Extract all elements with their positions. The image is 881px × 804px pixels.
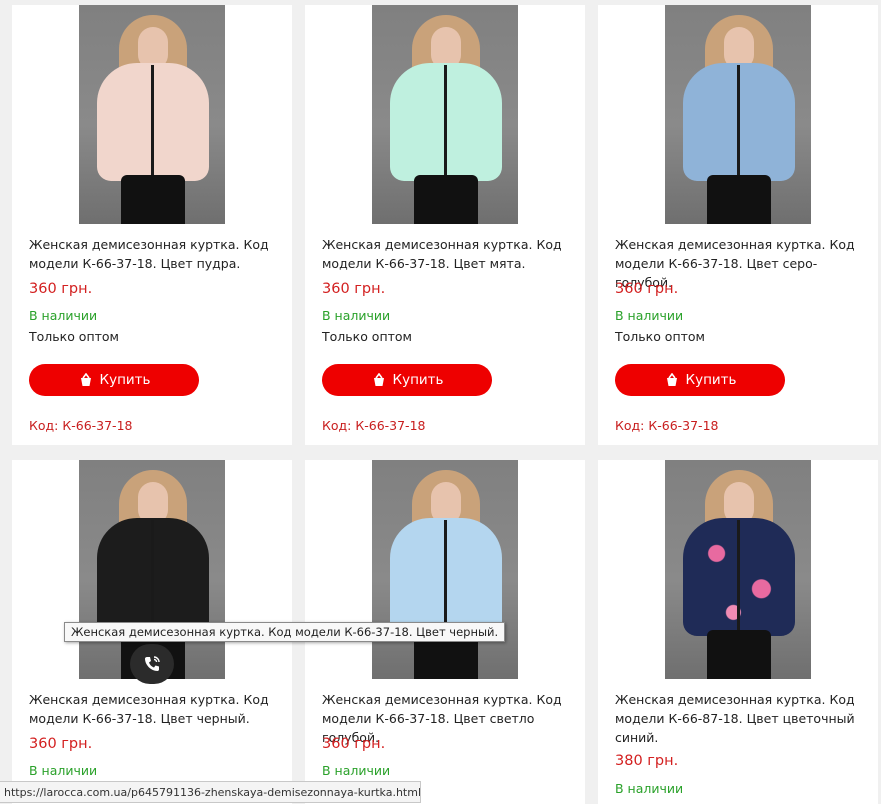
product-price: 360 грн. bbox=[322, 736, 386, 752]
product-title[interactable]: Женская демисезонная куртка. Код модели … bbox=[322, 235, 572, 273]
buy-button-label: Купить bbox=[392, 372, 444, 388]
phone-icon bbox=[145, 656, 160, 671]
wholesale-note: Только оптом bbox=[29, 329, 119, 344]
watermark: ladies.ep.ua bbox=[848, 617, 862, 690]
product-code: Код: К-66-37-18 bbox=[322, 418, 426, 433]
product-card[interactable]: Женская демисезонная куртка. Код модели … bbox=[12, 5, 292, 445]
product-price: 360 грн. bbox=[322, 281, 386, 297]
product-photo[interactable] bbox=[665, 5, 811, 224]
wholesale-note: Только оптом bbox=[322, 329, 412, 344]
product-photo[interactable] bbox=[372, 5, 518, 224]
basket-icon bbox=[80, 373, 91, 386]
product-code: Код: К-66-37-18 bbox=[29, 418, 133, 433]
product-photo[interactable] bbox=[372, 460, 518, 679]
basket-icon bbox=[666, 373, 677, 386]
product-title[interactable]: Женская демисезонная куртка. Код модели … bbox=[615, 690, 865, 747]
buy-button[interactable]: Купить bbox=[29, 364, 199, 396]
stock-status: В наличии bbox=[615, 781, 684, 796]
product-price: 380 грн. bbox=[615, 753, 679, 769]
stock-status: В наличии bbox=[29, 308, 98, 323]
product-price: 360 грн. bbox=[615, 281, 679, 297]
product-price: 360 грн. bbox=[29, 281, 93, 297]
wholesale-note: Только оптом bbox=[615, 329, 705, 344]
buy-button-label: Купить bbox=[685, 372, 737, 388]
hover-tooltip: Женская демисезонная куртка. Код модели … bbox=[64, 622, 506, 642]
stock-status: В наличии bbox=[322, 308, 391, 323]
stock-status: В наличии bbox=[322, 763, 391, 778]
product-photo[interactable] bbox=[79, 5, 225, 224]
stock-status: В наличии bbox=[29, 763, 98, 778]
product-code: Код: К-66-37-18 bbox=[615, 418, 719, 433]
product-card[interactable]: Женская демисезонная куртка. Код модели … bbox=[305, 5, 585, 445]
product-card[interactable]: Женская демисезонная куртка. Код модели … bbox=[598, 460, 878, 804]
call-button[interactable] bbox=[130, 644, 174, 684]
status-bar-url: https://larocca.com.ua/p645791136-zhensk… bbox=[0, 781, 421, 803]
buy-button[interactable]: Купить bbox=[615, 364, 785, 396]
buy-button-label: Купить bbox=[99, 372, 151, 388]
product-photo[interactable] bbox=[665, 460, 811, 679]
stock-status: В наличии bbox=[615, 308, 684, 323]
buy-button[interactable]: Купить bbox=[322, 364, 492, 396]
product-title[interactable]: Женская демисезонная куртка. Код модели … bbox=[29, 690, 279, 728]
product-card[interactable]: Женская демисезонная куртка. Код модели … bbox=[598, 5, 878, 445]
product-title[interactable]: Женская демисезонная куртка. Код модели … bbox=[29, 235, 279, 273]
product-price: 360 грн. bbox=[29, 736, 93, 752]
basket-icon bbox=[373, 373, 384, 386]
